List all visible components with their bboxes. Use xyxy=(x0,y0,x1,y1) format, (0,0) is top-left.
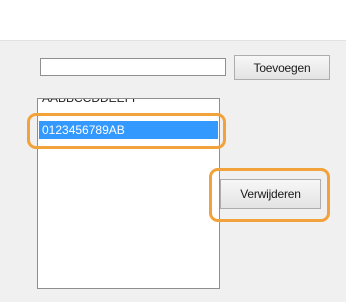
add-button[interactable]: Toevoegen xyxy=(234,55,330,80)
screenshot: Toevoegen AABBCCDDEEFF 0123456789AB Verw… xyxy=(0,0,346,302)
list-item-selected[interactable]: 0123456789AB xyxy=(39,121,218,139)
address-input[interactable] xyxy=(40,58,226,76)
address-listbox[interactable]: AABBCCDDEEFF 0123456789AB xyxy=(37,98,220,289)
list-item[interactable]: AABBCCDDEEFF xyxy=(39,99,218,106)
remove-button[interactable]: Verwijderen xyxy=(220,179,321,209)
